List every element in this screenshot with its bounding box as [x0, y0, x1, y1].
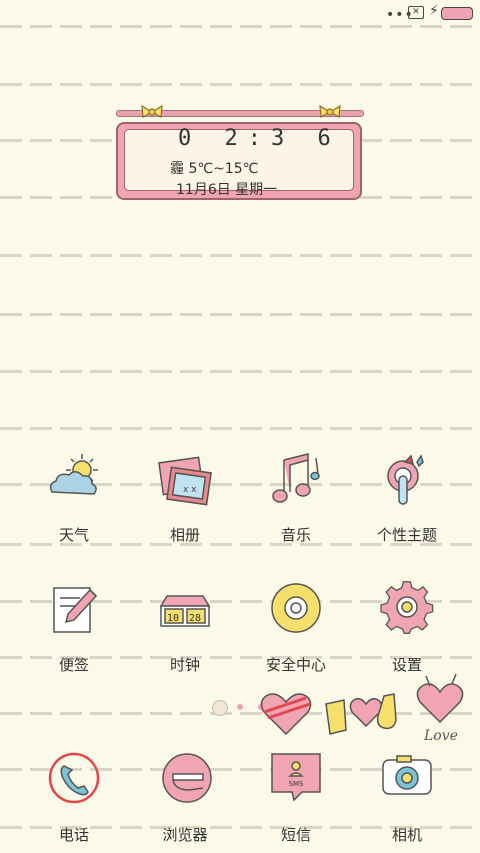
dashed-line: [0, 313, 480, 316]
dock-browser[interactable]: 浏览器: [130, 750, 240, 845]
clock-icon: 10 28: [153, 580, 217, 644]
phone-icon: [42, 750, 106, 814]
app-security[interactable]: 安全中心: [241, 580, 351, 675]
app-label: 浏览器: [162, 826, 208, 844]
app-label: 个性主题: [376, 526, 437, 544]
app-music[interactable]: 音乐: [241, 450, 351, 545]
dashed-line: [0, 83, 480, 86]
app-label: 短信: [280, 826, 311, 844]
dashed-line: [0, 370, 480, 373]
app-notes[interactable]: 便签: [19, 580, 129, 675]
dock-camera[interactable]: 相机: [352, 750, 462, 845]
love-text: Love: [424, 728, 458, 744]
notes-icon: [42, 580, 106, 644]
dock-phone[interactable]: 电话: [19, 750, 129, 845]
dashed-line: [0, 254, 480, 257]
status-bar: ••• ✕ ⚡: [0, 0, 480, 26]
settings-icon: [375, 580, 439, 644]
heart-decoration-icon: [260, 693, 312, 736]
browser-icon: [153, 750, 217, 814]
charging-bolt-icon: ⚡: [429, 3, 439, 19]
app-label: 安全中心: [265, 656, 326, 674]
clock-time: 0 2:3 6: [178, 126, 341, 151]
app-label: 相机: [391, 826, 422, 844]
app-label: 音乐: [280, 526, 311, 544]
svg-text:28: 28: [189, 613, 201, 624]
app-clock[interactable]: 10 28 时钟: [130, 580, 240, 675]
security-icon: [264, 580, 328, 644]
music-icon: [264, 450, 328, 514]
dock-sms[interactable]: SMS 短信: [241, 750, 351, 845]
weather-text: 霾 5℃~15℃: [170, 161, 259, 177]
app-label: 时钟: [169, 656, 200, 674]
bow-icon: [319, 104, 341, 118]
sms-label: SMS: [288, 780, 304, 788]
app-label: 便签: [58, 656, 89, 674]
date-text: 11月6日 星期一: [176, 182, 278, 198]
i-love-u-text: I U: [322, 686, 323, 687]
camera-icon: [375, 750, 439, 814]
i-love-u-decoration: I U: [322, 686, 410, 742]
app-gallery[interactable]: x x 相册: [130, 450, 240, 545]
app-label: 相册: [169, 526, 200, 544]
love-decoration: Love: [410, 672, 470, 748]
sms-icon: SMS: [264, 750, 328, 814]
weather-icon: [42, 450, 106, 514]
gallery-icon: x x: [153, 450, 217, 514]
dashed-line: [0, 427, 480, 430]
bow-icon: [141, 104, 163, 118]
svg-text:x x: x x: [183, 485, 197, 495]
page-dot[interactable]: [237, 704, 243, 710]
app-settings[interactable]: 设置: [352, 580, 462, 675]
app-label: 天气: [58, 526, 89, 544]
app-themes[interactable]: 个性主题: [352, 450, 462, 545]
svg-text:10: 10: [167, 613, 179, 624]
app-label: 电话: [58, 826, 89, 844]
heart-icon: [416, 673, 464, 724]
app-weather[interactable]: 天气: [19, 450, 129, 545]
home-page-dot[interactable]: [212, 700, 228, 716]
theme-icon: [375, 450, 439, 514]
heart-icon: [325, 693, 397, 735]
sim-none-icon: ✕: [408, 6, 424, 19]
battery-icon: [441, 7, 473, 20]
